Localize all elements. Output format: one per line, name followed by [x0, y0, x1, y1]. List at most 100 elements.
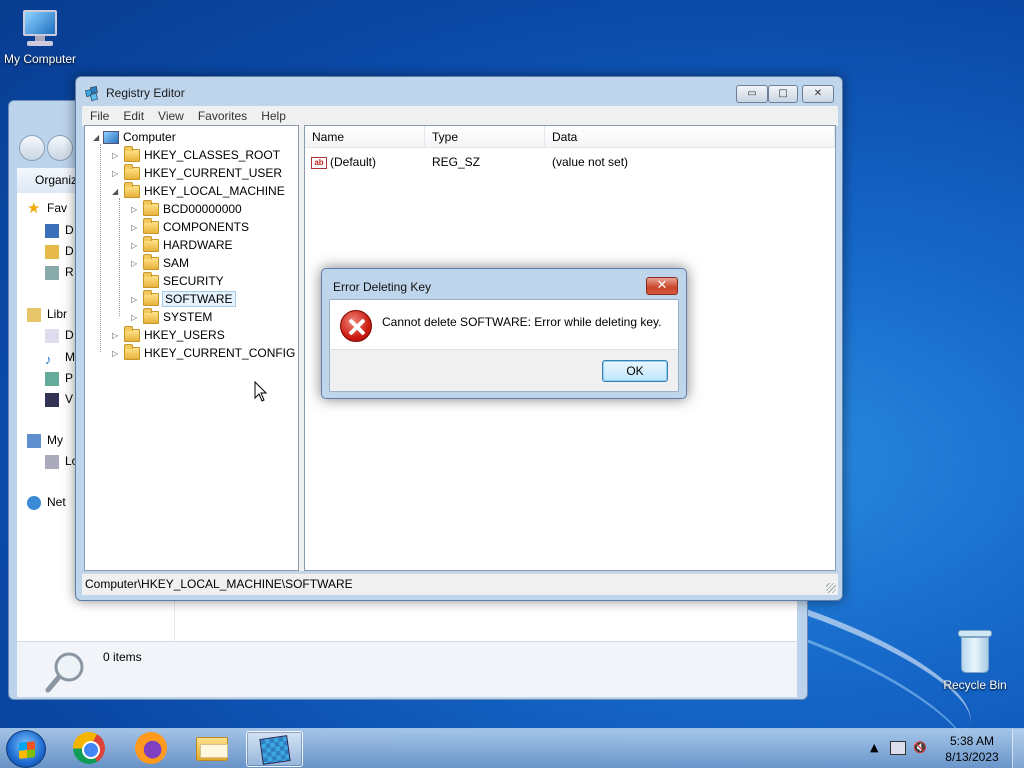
show-desktop-button[interactable]	[1012, 729, 1024, 768]
videos-icon	[45, 392, 59, 407]
ok-button[interactable]: OK	[602, 360, 668, 382]
star-icon: ★	[27, 199, 41, 217]
volume-muted-icon[interactable]: 🔇	[913, 741, 927, 754]
nav-item[interactable]: Lo	[45, 452, 78, 470]
chrome-icon[interactable]	[73, 732, 105, 764]
folder-icon	[143, 308, 159, 325]
firefox-icon[interactable]	[135, 732, 167, 764]
tree-node-hive[interactable]: ◢ HKEY_LOCAL_MACHINE	[112, 182, 285, 200]
menu-help[interactable]: Help	[253, 106, 292, 126]
taskbar-registry-editor[interactable]	[246, 731, 303, 767]
desktop-icon-label: Recycle Bin	[943, 678, 1007, 692]
tree-node-hive[interactable]: ▷ HKEY_CURRENT_CONFIG	[112, 344, 295, 362]
pictures-icon	[45, 371, 59, 386]
system-clock[interactable]: 5:38 AM 8/13/2023	[937, 733, 1007, 765]
forward-button[interactable]	[47, 135, 73, 161]
folder-icon	[143, 272, 159, 289]
desktop-icon-label: My Computer	[3, 52, 77, 66]
tree-node-key[interactable]: ▷ HARDWARE	[131, 236, 233, 254]
resize-grip[interactable]	[826, 583, 836, 593]
maximize-icon: □	[778, 88, 788, 99]
recent-icon	[45, 265, 59, 280]
menu-edit[interactable]: Edit	[115, 106, 150, 126]
nav-item-libraries[interactable]: Libr	[27, 305, 67, 323]
expand-arrow-icon[interactable]: ▷	[131, 237, 141, 255]
column-header-type[interactable]: Type	[425, 126, 545, 148]
tree-node-hive[interactable]: ▷ HKEY_CURRENT_USER	[112, 164, 282, 182]
organize-button[interactable]: Organiz	[35, 173, 77, 187]
show-hidden-icons-icon[interactable]: ▲	[870, 741, 878, 754]
network-icon	[27, 495, 41, 510]
menu-file[interactable]: File	[82, 106, 115, 126]
menu-favorites[interactable]: Favorites	[190, 106, 253, 126]
close-button[interactable]: ✕	[802, 85, 834, 103]
expand-arrow-icon[interactable]: ▷	[131, 255, 141, 273]
registry-tree[interactable]: ◢ Computer ▷ HKEY_CLASSES_ROOT ▷ HKEY_CURRE…	[84, 125, 299, 571]
folder-icon	[124, 164, 140, 181]
tree-node-key[interactable]: ▷ COMPONENTS	[131, 218, 249, 236]
file-explorer-icon	[196, 737, 228, 761]
error-dialog[interactable]: Error Deleting Key ✕ Cannot delete SOFTW…	[321, 268, 687, 399]
explorer-details-pane: 0 items	[17, 641, 797, 697]
window-title: Registry Editor	[106, 86, 185, 100]
desktop-icon-recycle-bin[interactable]: Recycle Bin	[935, 630, 1015, 692]
desktop-icon	[45, 223, 59, 238]
registry-editor-icon	[259, 735, 291, 765]
nav-item[interactable]: D	[45, 221, 74, 239]
tree-node-key[interactable]: ▷ BCD00000000	[131, 200, 242, 218]
column-header-data[interactable]: Data	[545, 126, 835, 148]
dialog-close-button[interactable]: ✕	[646, 277, 678, 295]
nav-item-my-computer[interactable]: My	[27, 431, 63, 449]
expand-arrow-icon[interactable]: ▷	[112, 327, 122, 345]
folder-icon	[143, 290, 159, 307]
action-center-icon[interactable]	[890, 741, 906, 755]
dialog-message: Cannot delete SOFTWARE: Error while dele…	[382, 315, 662, 329]
nav-item-favorites[interactable]: ★ Fav	[27, 199, 67, 217]
taskbar-file-explorer[interactable]	[184, 731, 241, 767]
expand-arrow-icon[interactable]: ▷	[112, 165, 122, 183]
expand-arrow-icon[interactable]: ▷	[131, 309, 141, 327]
nav-item[interactable]: V	[45, 390, 73, 408]
clock-time: 5:38 AM	[949, 734, 995, 748]
collapse-arrow-icon[interactable]: ◢	[112, 183, 122, 201]
nav-item[interactable]: D	[45, 326, 74, 344]
computer-icon	[27, 433, 41, 448]
nav-item[interactable]: D	[45, 242, 74, 260]
tree-node-key[interactable]: ▷ SYSTEM	[131, 308, 212, 326]
dialog-title: Error Deleting Key	[333, 280, 432, 294]
tree-node-hive[interactable]: ▷ HKEY_USERS	[112, 326, 225, 344]
tree-node-software-selected[interactable]: ▷ SOFTWARE	[131, 290, 236, 309]
nav-item[interactable]: ♪ M	[45, 348, 75, 366]
column-header-name[interactable]: Name	[305, 126, 425, 148]
nav-item[interactable]: P	[45, 369, 73, 387]
nav-item-network[interactable]: Net	[27, 493, 66, 511]
expand-arrow-icon[interactable]: ▷	[131, 201, 141, 219]
expand-arrow-icon[interactable]: ▷	[112, 147, 122, 165]
tree-node-hive[interactable]: ▷ HKEY_CLASSES_ROOT	[112, 146, 280, 164]
back-button[interactable]	[19, 135, 45, 161]
tree-connector	[100, 144, 101, 352]
close-icon: ✕	[813, 88, 823, 99]
menu-view[interactable]: View	[150, 106, 190, 126]
start-button[interactable]	[6, 730, 46, 768]
value-row-name[interactable]: ab (Default)	[311, 153, 376, 171]
status-path: Computer\HKEY_LOCAL_MACHINE\SOFTWARE	[85, 577, 353, 591]
expand-arrow-icon[interactable]: ▷	[131, 291, 141, 309]
collapse-arrow-icon[interactable]: ◢	[93, 129, 103, 147]
nav-item[interactable]: R	[45, 263, 74, 281]
expand-arrow-icon[interactable]: ▷	[112, 345, 122, 363]
desktop-icon-my-computer[interactable]: My Computer	[0, 10, 80, 66]
expand-arrow-icon[interactable]: ▷	[131, 219, 141, 237]
title-bar[interactable]: Registry Editor ▭ □ ✕	[76, 77, 842, 107]
minimize-button[interactable]: ▭	[736, 85, 768, 103]
music-icon: ♪	[45, 351, 52, 366]
maximize-button[interactable]: □	[768, 85, 798, 103]
local-disk-icon	[45, 454, 59, 469]
tree-node-key[interactable]: SECURITY	[131, 272, 224, 290]
recycle-bin-icon	[958, 630, 992, 674]
string-value-icon: ab	[311, 156, 327, 169]
clock-date: 8/13/2023	[945, 750, 999, 764]
status-bar: Computer\HKEY_LOCAL_MACHINE\SOFTWARE	[82, 573, 838, 595]
tree-node-key[interactable]: ▷ SAM	[131, 254, 189, 272]
tree-node-computer[interactable]: ◢ Computer	[93, 128, 176, 146]
